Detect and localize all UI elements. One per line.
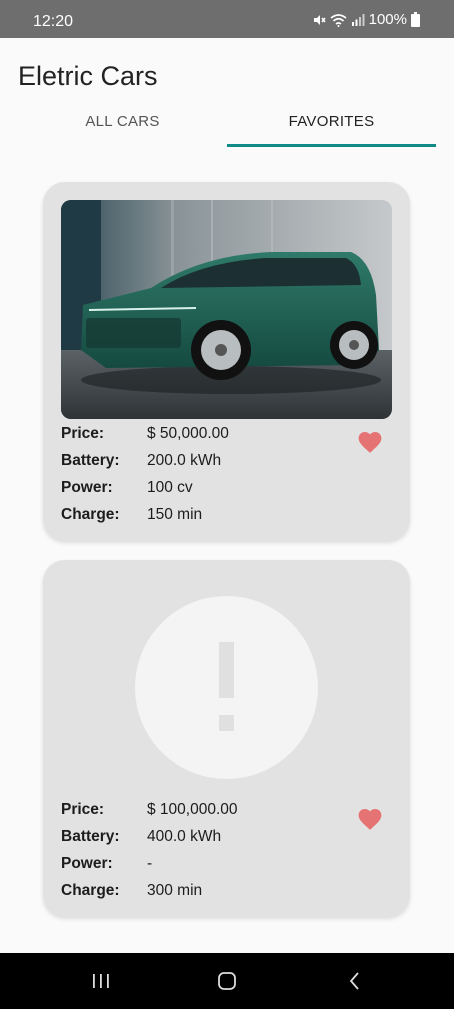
power-label: Power: xyxy=(61,479,113,496)
charge-label: Charge: xyxy=(61,882,120,899)
placeholder-image xyxy=(135,596,318,779)
battery-row: Battery: 200.0 kWh xyxy=(61,452,221,470)
car-card[interactable]: Price: $ 100,000.00 Battery: 400.0 kWh P… xyxy=(43,560,410,917)
battery-label: Battery: xyxy=(61,452,120,469)
power-value: 100 cv xyxy=(147,479,193,496)
tab-bar: ALL CARS FAVORITES xyxy=(18,100,436,147)
system-nav-bar xyxy=(0,953,454,1009)
home-icon[interactable] xyxy=(212,967,242,995)
power-row: Power: 100 cv xyxy=(61,479,193,497)
status-bar: 12:20 100% xyxy=(0,0,454,38)
back-icon[interactable] xyxy=(340,967,370,995)
battery-percent: 100% xyxy=(368,11,407,28)
charge-value: 300 min xyxy=(147,882,203,899)
page-title: Eletric Cars xyxy=(18,61,158,91)
price-row: Price: $ 50,000.00 xyxy=(61,425,229,443)
power-row: Power: - xyxy=(61,855,152,873)
exclamation-icon xyxy=(219,642,234,698)
status-time: 12:20 xyxy=(33,13,74,30)
recent-apps-icon[interactable] xyxy=(86,967,116,995)
charge-row: Charge: 150 min xyxy=(61,506,202,524)
charge-label: Charge: xyxy=(61,506,120,523)
price-label: Price: xyxy=(61,801,105,818)
battery-row: Battery: 400.0 kWh xyxy=(61,828,221,846)
price-row: Price: $ 100,000.00 xyxy=(61,801,238,819)
price-value: $ 50,000.00 xyxy=(147,425,229,442)
battery-label: Battery: xyxy=(61,828,120,845)
status-icons: 100% xyxy=(312,11,420,28)
car-card[interactable]: Price: $ 50,000.00 Battery: 200.0 kWh Po… xyxy=(43,182,410,541)
car-image xyxy=(61,200,392,419)
tab-favorites[interactable]: FAVORITES xyxy=(227,100,436,147)
signal-icon xyxy=(351,14,365,26)
power-label: Power: xyxy=(61,855,113,872)
tab-all-cars[interactable]: ALL CARS xyxy=(18,100,227,147)
exclamation-dot xyxy=(219,715,234,731)
battery-value: 200.0 kWh xyxy=(147,452,222,469)
tab-selected-indicator xyxy=(227,144,436,147)
price-label: Price: xyxy=(61,425,105,442)
mute-icon xyxy=(313,14,326,25)
power-value: - xyxy=(147,855,153,872)
price-value: $ 100,000.00 xyxy=(147,801,238,818)
favorite-heart-icon[interactable] xyxy=(357,430,383,454)
charge-value: 150 min xyxy=(147,506,203,523)
favorite-heart-icon[interactable] xyxy=(357,807,383,831)
wifi-icon xyxy=(330,13,347,27)
battery-icon xyxy=(411,12,420,27)
charge-row: Charge: 300 min xyxy=(61,882,202,900)
battery-value: 400.0 kWh xyxy=(147,828,222,845)
